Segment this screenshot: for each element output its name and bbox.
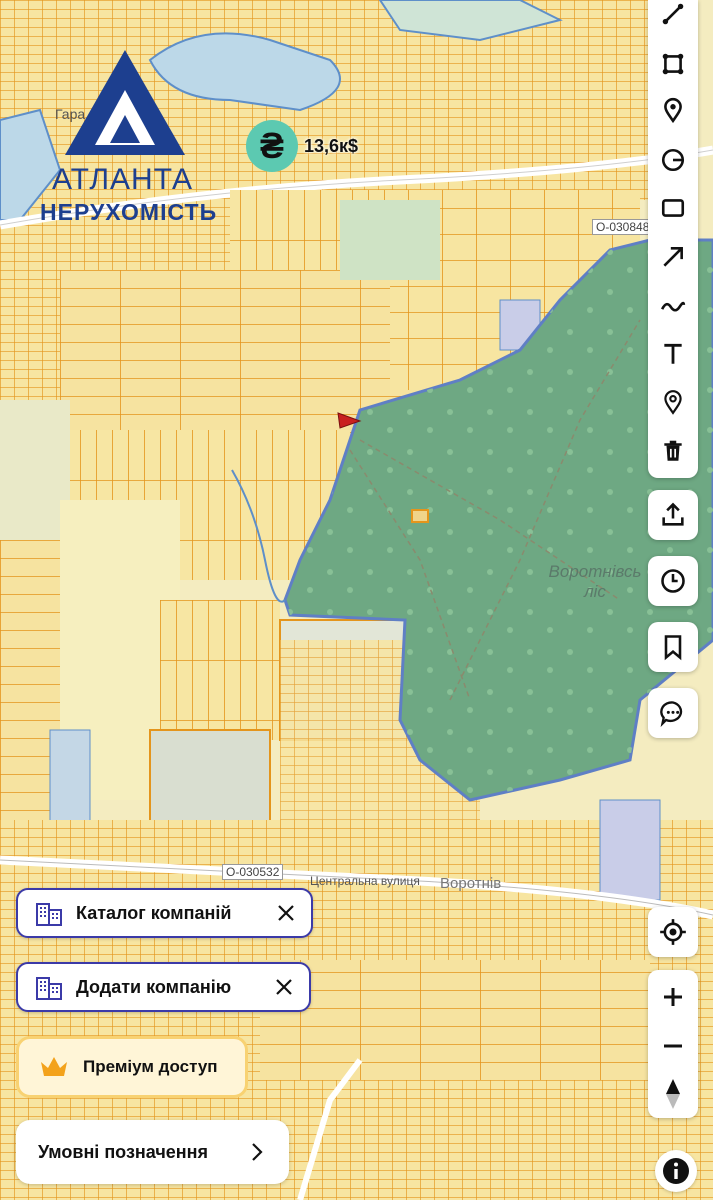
building-icon [36,977,62,1000]
trash-icon[interactable] [648,427,698,475]
road-code-label: O-030532 [222,864,284,880]
crosshair-icon [660,919,686,945]
chat-button[interactable] [648,688,698,738]
polygon-icon[interactable] [648,40,698,88]
zoom-in-button[interactable] [648,972,698,1021]
catalog-companies-button[interactable]: Каталог компаній [16,888,313,938]
zoom-controls [648,970,698,1118]
price-marker[interactable]: ₴ 13,6к$ [246,120,358,172]
share-icon [662,502,684,526]
freehand-icon[interactable] [648,283,698,331]
chevron-right-icon [252,1143,263,1161]
premium-access-button[interactable]: Преміум доступ [16,1036,248,1098]
history-icon [661,569,685,593]
legend-label: Умовні позначення [38,1141,209,1162]
minus-icon [664,1044,682,1047]
history-button[interactable] [648,556,698,606]
village-label: Воротнів [440,875,502,892]
catalog-label: Каталог компаній [76,902,232,923]
add-company-label: Додати компанію [76,976,232,997]
legend-button[interactable]: Умовні позначення [16,1120,289,1184]
logo-line2: НЕРУХОМІСТЬ [40,199,218,225]
price-label: 13,6к$ [304,135,359,156]
company-logo: АТЛАНТА НЕРУХОМІСТЬ [30,45,230,230]
crown-icon [41,1057,67,1076]
compass-button[interactable] [648,1069,698,1118]
my-location-button[interactable] [648,907,698,957]
zoom-out-button[interactable] [648,1021,698,1070]
arrow-icon[interactable] [648,233,698,281]
drawing-toolbar [648,0,698,478]
road-code-label: O-030848 [592,219,654,235]
bookmark-icon [664,635,682,661]
location-marker-icon[interactable] [648,378,698,426]
circle-radius-icon[interactable] [648,136,698,184]
hryvnia-icon: ₴ [246,120,298,172]
street-label: Центральна вулиця [310,874,420,888]
info-button[interactable] [655,1150,697,1192]
share-button[interactable] [648,490,698,540]
logo-line1: АТЛАНТА [52,163,194,196]
premium-label: Преміум доступ [83,1057,218,1076]
bookmark-button[interactable] [648,622,698,672]
polyline-icon[interactable] [648,0,698,38]
info-icon [663,1158,689,1184]
plus-icon [664,987,682,1006]
close-icon[interactable] [273,976,295,998]
compass-icon [666,1078,680,1109]
building-icon [36,903,62,926]
forest-label: Воротнівсь ліс [548,562,642,601]
logo-triangle-icon [65,50,185,155]
add-company-button[interactable]: Додати компанію [16,962,311,1012]
pin-icon[interactable] [648,86,698,134]
chat-icon [660,701,683,727]
close-icon[interactable] [275,902,297,924]
rectangle-icon[interactable] [648,184,698,232]
text-icon[interactable] [648,330,698,378]
